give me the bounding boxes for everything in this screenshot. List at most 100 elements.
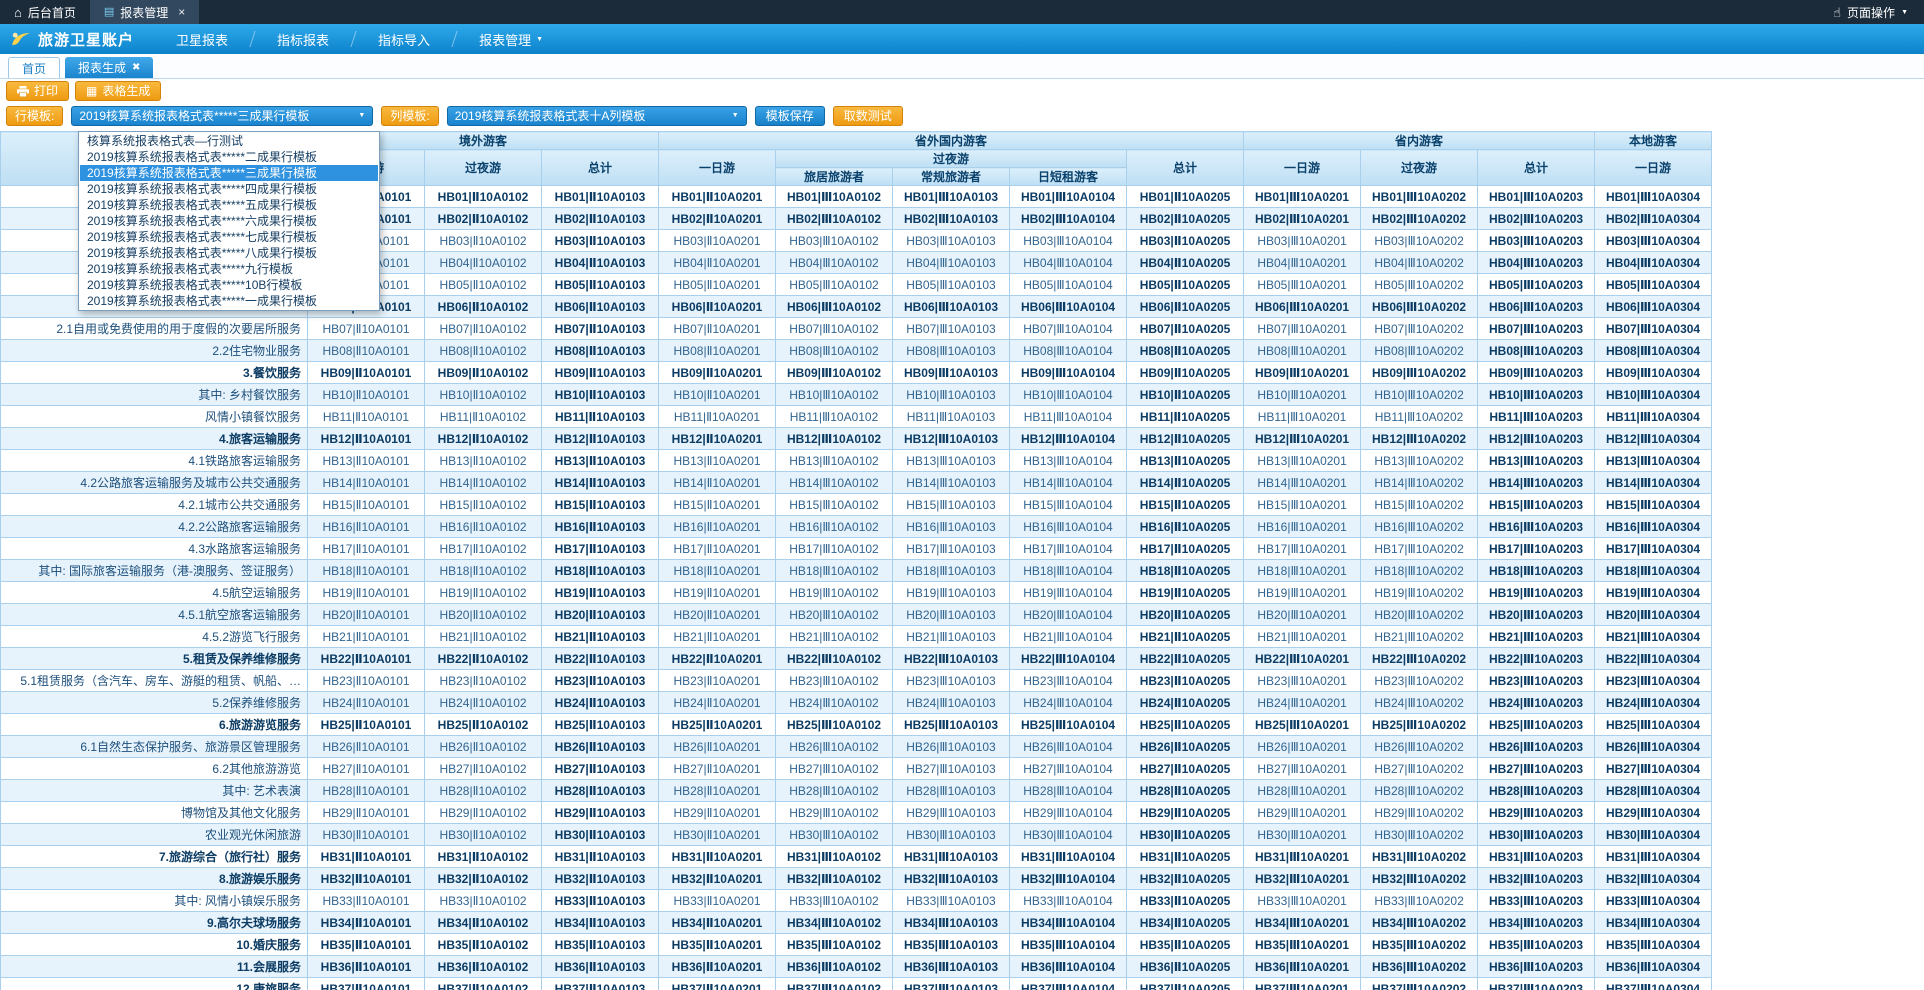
table-cell: HB32|Ⅲ10A0304 bbox=[1595, 868, 1712, 890]
page-operations-button[interactable]: ☝ 页面操作 ▼ bbox=[1817, 0, 1924, 24]
table-cell: HB28|Ⅲ10A0203 bbox=[1478, 780, 1595, 802]
table-cell: HB19|Ⅲ10A0304 bbox=[1595, 582, 1712, 604]
tab-report-generate[interactable]: 报表生成 ✖ bbox=[65, 57, 153, 78]
col-template-select[interactable]: 2019核算系统报表格式表十A列模板 ▼ bbox=[447, 106, 747, 126]
table-cell: HB10|Ⅱ10A0205 bbox=[1127, 384, 1244, 406]
dropdown-option[interactable]: 2019核算系统报表格式表*****二成果行模板 bbox=[80, 149, 378, 165]
tab-report-management[interactable]: ▤ 报表管理 × bbox=[90, 0, 199, 24]
menu-item-indicator-reports[interactable]: 指标报表 bbox=[253, 24, 353, 54]
print-button[interactable]: 打印 bbox=[6, 81, 69, 101]
table-cell: HB30|Ⅲ10A0304 bbox=[1595, 824, 1712, 846]
table-cell: HB19|Ⅲ10A0103 bbox=[893, 582, 1010, 604]
table-cell: HB32|Ⅱ10A0101 bbox=[308, 868, 425, 890]
dropdown-option[interactable]: 2019核算系统报表格式表*****一成果行模板 bbox=[80, 293, 378, 309]
table-cell: HB04|Ⅱ10A0201 bbox=[659, 252, 776, 274]
dropdown-option[interactable]: 2019核算系统报表格式表*****六成果行模板 bbox=[80, 213, 378, 229]
col-template-value: 2019核算系统报表格式表十A列模板 bbox=[455, 107, 646, 124]
tab-close-icon[interactable]: ✖ bbox=[132, 63, 140, 73]
table-cell: HB34|Ⅲ10A0201 bbox=[1244, 912, 1361, 934]
table-cell: HB36|Ⅲ10A0103 bbox=[893, 956, 1010, 978]
row-template-select[interactable]: 2019核算系统报表格式表*****三成果行模板 ▼ bbox=[71, 106, 373, 126]
dropdown-option[interactable]: 2019核算系统报表格式表*****五成果行模板 bbox=[80, 197, 378, 213]
table-cell: HB04|Ⅲ10A0203 bbox=[1478, 252, 1595, 274]
table-cell: HB08|Ⅲ10A0103 bbox=[893, 340, 1010, 362]
table-cell: HB21|Ⅲ10A0103 bbox=[893, 626, 1010, 648]
table-cell: HB03|Ⅲ10A0202 bbox=[1361, 230, 1478, 252]
table-cell: HB31|Ⅲ10A0103 bbox=[893, 846, 1010, 868]
dropdown-option[interactable]: 2019核算系统报表格式表*****八成果行模板 bbox=[80, 245, 378, 261]
table-cell: HB29|Ⅱ10A0103 bbox=[542, 802, 659, 824]
dropdown-option[interactable]: 2019核算系统报表格式表*****七成果行模板 bbox=[80, 229, 378, 245]
dropdown-option[interactable]: 核算系统报表格式表—行测试 bbox=[80, 133, 378, 149]
tab-report-generate-label: 报表生成 bbox=[78, 59, 126, 76]
table-cell: HB12|Ⅲ10A0304 bbox=[1595, 428, 1712, 450]
menu-item-indicator-import[interactable]: 指标导入 bbox=[354, 24, 454, 54]
menu-item-label: 报表管理 bbox=[479, 30, 531, 49]
table-cell: HB26|Ⅲ10A0304 bbox=[1595, 736, 1712, 758]
table-cell: HB25|Ⅲ10A0304 bbox=[1595, 714, 1712, 736]
table-cell: HB02|Ⅱ10A0201 bbox=[659, 208, 776, 230]
fetch-test-button[interactable]: 取数测试 bbox=[833, 106, 903, 126]
table-cell: HB16|Ⅱ10A0102 bbox=[425, 516, 542, 538]
table-row: 其中: 风情小镇娱乐服务HB33|Ⅱ10A0101HB33|Ⅱ10A0102HB… bbox=[1, 890, 1712, 912]
dropdown-option[interactable]: 2019核算系统报表格式表*****10B行模板 bbox=[80, 277, 378, 293]
table-cell: HB06|Ⅱ10A0201 bbox=[659, 296, 776, 318]
table-cell: HB17|Ⅱ10A0201 bbox=[659, 538, 776, 560]
tab-backend-home[interactable]: ⌂ 后台首页 bbox=[0, 0, 90, 24]
row-template-dropdown-list: 核算系统报表格式表—行测试2019核算系统报表格式表*****二成果行模板201… bbox=[78, 131, 380, 311]
table-cell: HB34|Ⅱ10A0102 bbox=[425, 912, 542, 934]
table-cell: HB11|Ⅱ10A0201 bbox=[659, 406, 776, 428]
table-cell: HB20|Ⅱ10A0201 bbox=[659, 604, 776, 626]
template-save-label: 模板保存 bbox=[766, 110, 814, 122]
table-cell: HB11|Ⅲ10A0104 bbox=[1010, 406, 1127, 428]
table-cell: HB32|Ⅲ10A0104 bbox=[1010, 868, 1127, 890]
table-cell: HB21|Ⅲ10A0102 bbox=[776, 626, 893, 648]
table-cell: HB25|Ⅲ10A0103 bbox=[893, 714, 1010, 736]
table-cell: HB29|Ⅱ10A0102 bbox=[425, 802, 542, 824]
table-cell: HB03|Ⅲ10A0102 bbox=[776, 230, 893, 252]
table-cell: HB03|Ⅲ10A0104 bbox=[1010, 230, 1127, 252]
table-cell: HB06|Ⅲ10A0202 bbox=[1361, 296, 1478, 318]
table-cell: HB14|Ⅲ10A0103 bbox=[893, 472, 1010, 494]
table-cell: HB23|Ⅱ10A0102 bbox=[425, 670, 542, 692]
table-cell: HB28|Ⅱ10A0103 bbox=[542, 780, 659, 802]
table-cell: HB28|Ⅱ10A0101 bbox=[308, 780, 425, 802]
table-cell: HB14|Ⅱ10A0201 bbox=[659, 472, 776, 494]
table-cell: HB27|Ⅲ10A0104 bbox=[1010, 758, 1127, 780]
table-cell: HB31|Ⅱ10A0205 bbox=[1127, 846, 1244, 868]
table-cell: HB29|Ⅲ10A0304 bbox=[1595, 802, 1712, 824]
table-cell: HB28|Ⅲ10A0104 bbox=[1010, 780, 1127, 802]
table-cell: HB13|Ⅱ10A0103 bbox=[542, 450, 659, 472]
table-cell: HB16|Ⅱ10A0103 bbox=[542, 516, 659, 538]
row-label: 4.2.2公路旅客运输服务 bbox=[1, 516, 308, 538]
menu-item-satellite-reports[interactable]: 卫星报表 bbox=[152, 24, 252, 54]
table-cell: HB09|Ⅱ10A0205 bbox=[1127, 362, 1244, 384]
table-cell: HB18|Ⅱ10A0205 bbox=[1127, 560, 1244, 582]
table-cell: HB09|Ⅱ10A0201 bbox=[659, 362, 776, 384]
table-cell: HB01|Ⅲ10A0304 bbox=[1595, 186, 1712, 208]
table-cell: HB34|Ⅲ10A0102 bbox=[776, 912, 893, 934]
menu-item-report-management[interactable]: 报表管理▼ bbox=[455, 24, 567, 54]
table-generate-button[interactable]: ▦ 表格生成 bbox=[75, 81, 161, 101]
dropdown-option[interactable]: 2019核算系统报表格式表*****四成果行模板 bbox=[80, 181, 378, 197]
table-row: 9.高尔夫球场服务HB34|Ⅱ10A0101HB34|Ⅱ10A0102HB34|… bbox=[1, 912, 1712, 934]
table-row: 6.旅游游览服务HB25|Ⅱ10A0101HB25|Ⅱ10A0102HB25|Ⅱ… bbox=[1, 714, 1712, 736]
report-table-area: 项目名称单位: 万元境外游客省外国内游客省内游客本地游客一日游过夜游总计一日游过… bbox=[0, 131, 1924, 990]
dropdown-option[interactable]: 2019核算系统报表格式表*****九行模板 bbox=[80, 261, 378, 277]
table-cell: HB13|Ⅲ10A0202 bbox=[1361, 450, 1478, 472]
table-cell: HB35|Ⅲ10A0104 bbox=[1010, 934, 1127, 956]
table-cell: HB02|Ⅲ10A0203 bbox=[1478, 208, 1595, 230]
tab-home[interactable]: 首页 bbox=[8, 57, 60, 78]
close-icon[interactable]: × bbox=[178, 5, 185, 19]
table-cell: HB12|Ⅱ10A0205 bbox=[1127, 428, 1244, 450]
table-cell: HB26|Ⅱ10A0201 bbox=[659, 736, 776, 758]
table-cell: HB25|Ⅱ10A0101 bbox=[308, 714, 425, 736]
template-save-button[interactable]: 模板保存 bbox=[755, 106, 825, 126]
table-cell: HB01|Ⅲ10A0103 bbox=[893, 186, 1010, 208]
table-cell: HB09|Ⅲ10A0103 bbox=[893, 362, 1010, 384]
table-cell: HB12|Ⅲ10A0201 bbox=[1244, 428, 1361, 450]
row-label: 4.1铁路旅客运输服务 bbox=[1, 450, 308, 472]
visitor-group-header: 省外国内游客 bbox=[659, 132, 1244, 150]
dropdown-option[interactable]: 2019核算系统报表格式表*****三成果行模板 bbox=[80, 165, 378, 181]
table-cell: HB10|Ⅲ10A0203 bbox=[1478, 384, 1595, 406]
